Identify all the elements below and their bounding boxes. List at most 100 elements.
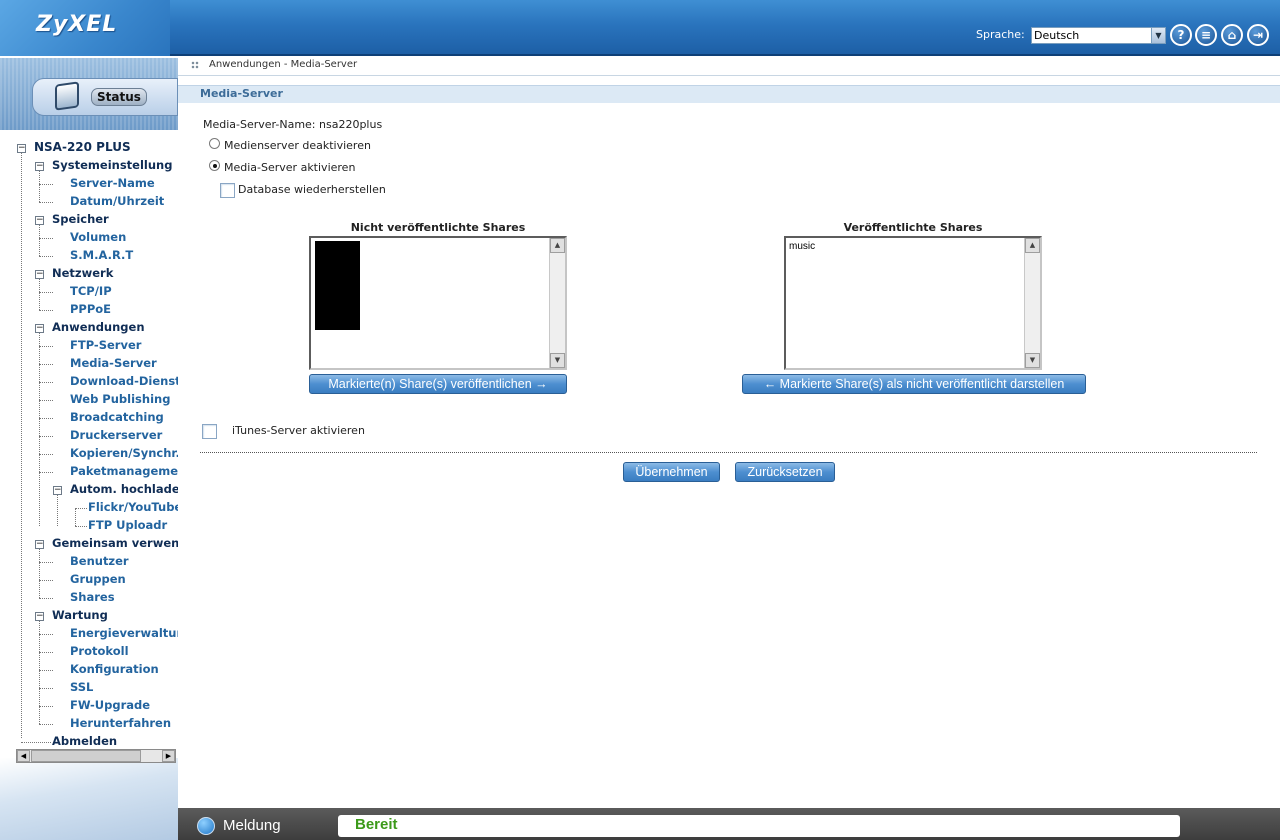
tree-line bbox=[39, 310, 53, 311]
tree-volumen[interactable]: Volumen bbox=[70, 230, 126, 244]
collapse-toggle[interactable]: − bbox=[17, 144, 26, 153]
tree-line bbox=[57, 490, 58, 526]
message-box: Bereit bbox=[338, 815, 1180, 837]
itunes-label: iTunes-Server aktivieren bbox=[232, 424, 365, 437]
home-icon[interactable]: ⌂ bbox=[1221, 24, 1243, 46]
published-shares-title: Veröffentlichte Shares bbox=[843, 221, 983, 234]
tree-shares[interactable]: Shares bbox=[70, 590, 115, 604]
tree-tcpip[interactable]: TCP/IP bbox=[70, 284, 112, 298]
tree-ftp-uploadr[interactable]: FTP Uploadr bbox=[88, 518, 167, 532]
header-bar: ZyXEL Sprache: Deutsch ▼ ? ≡ ⌂ ⇥ bbox=[0, 0, 1280, 56]
tree-ssl[interactable]: SSL bbox=[70, 680, 93, 694]
language-value: Deutsch bbox=[1034, 29, 1080, 42]
tree-line bbox=[39, 238, 53, 239]
collapse-toggle[interactable]: − bbox=[35, 162, 44, 171]
sidebar-horizontal-scrollbar[interactable]: ◀ ▶ bbox=[16, 749, 176, 763]
status-bar: Meldung Bereit bbox=[178, 808, 1280, 840]
restore-db-label: Database wiederherstellen bbox=[238, 183, 386, 196]
language-select[interactable]: Deutsch ▼ bbox=[1031, 27, 1166, 44]
tree-netzwerk[interactable]: Netzwerk bbox=[52, 266, 113, 280]
tree-smart[interactable]: S.M.A.R.T bbox=[70, 248, 133, 262]
tree-media-server[interactable]: Media-Server bbox=[70, 356, 157, 370]
tree-datum-uhrzeit[interactable]: Datum/Uhrzeit bbox=[70, 194, 164, 208]
tree-herunterfahren[interactable]: Herunterfahren bbox=[70, 716, 171, 730]
message-icon bbox=[197, 817, 215, 835]
collapse-toggle[interactable]: − bbox=[53, 486, 62, 495]
tree-anwendungen[interactable]: Anwendungen bbox=[52, 320, 145, 334]
tree-web-publishing[interactable]: Web Publishing bbox=[70, 392, 170, 406]
sidebar-footer-decoration bbox=[0, 758, 178, 840]
publish-button[interactable]: Markierte(n) Share(s) veröffentlichen → bbox=[309, 374, 567, 394]
list-scrollbar[interactable]: ▲ ▼ bbox=[549, 238, 565, 368]
restore-db-checkbox[interactable] bbox=[220, 183, 235, 198]
collapse-toggle[interactable]: − bbox=[35, 216, 44, 225]
collapse-toggle[interactable]: − bbox=[35, 324, 44, 333]
tree-line bbox=[39, 184, 53, 185]
unpublished-shares-list[interactable]: ▲ ▼ bbox=[309, 236, 567, 370]
tree-fw-upgrade[interactable]: FW-Upgrade bbox=[70, 698, 150, 712]
tree-paketmanagement[interactable]: Paketmanagement bbox=[70, 464, 178, 478]
chevron-down-icon[interactable]: ▼ bbox=[1151, 28, 1165, 43]
tree-kopieren-synchr[interactable]: Kopieren/Synchr.-T bbox=[70, 446, 178, 460]
tree-wartung[interactable]: Wartung bbox=[52, 608, 108, 622]
scroll-down-icon[interactable]: ▼ bbox=[550, 353, 565, 368]
tree-benutzer[interactable]: Benutzer bbox=[70, 554, 129, 568]
tree-energieverwaltung[interactable]: Energieverwaltung bbox=[70, 626, 178, 640]
collapse-toggle[interactable]: − bbox=[35, 270, 44, 279]
scroll-left-icon[interactable]: ◀ bbox=[17, 750, 30, 762]
notes-icon[interactable]: ≡ bbox=[1195, 24, 1217, 46]
status-tab[interactable]: Status bbox=[32, 78, 178, 116]
collapse-toggle[interactable]: − bbox=[35, 612, 44, 621]
list-item[interactable]: music bbox=[789, 241, 815, 252]
tree-server-name[interactable]: Server-Name bbox=[70, 176, 155, 190]
reset-button[interactable]: Zurücksetzen bbox=[735, 462, 835, 482]
tree-abmelden[interactable]: Abmelden bbox=[52, 734, 117, 748]
tree-line bbox=[39, 688, 53, 689]
tree-pppoe[interactable]: PPPoE bbox=[70, 302, 111, 316]
tree-line bbox=[39, 598, 53, 599]
page-title: Media-Server bbox=[200, 87, 283, 100]
tree-line bbox=[39, 400, 53, 401]
scroll-right-icon[interactable]: ▶ bbox=[162, 750, 175, 762]
scroll-up-icon[interactable]: ▲ bbox=[1025, 238, 1040, 253]
tree-systemeinstellung[interactable]: Systemeinstellung bbox=[52, 158, 172, 172]
list-scrollbar[interactable]: ▲ ▼ bbox=[1024, 238, 1040, 368]
sidebar: Status − NSA-220 PLUS − Systemeinstellun… bbox=[0, 58, 178, 840]
tree-broadcatching[interactable]: Broadcatching bbox=[70, 410, 164, 424]
tree-line bbox=[39, 580, 53, 581]
scroll-up-icon[interactable]: ▲ bbox=[550, 238, 565, 253]
tree-ftp-server[interactable]: FTP-Server bbox=[70, 338, 141, 352]
tree-download-dienst[interactable]: Download-Dienst bbox=[70, 374, 178, 388]
tree-gemeinsam-verwenden[interactable]: Gemeinsam verwenden bbox=[52, 536, 178, 550]
tree-flickr-youtube[interactable]: Flickr/YouTube bbox=[88, 500, 178, 514]
apply-button[interactable]: Übernehmen bbox=[623, 462, 720, 482]
tree-protokoll[interactable]: Protokoll bbox=[70, 644, 129, 658]
tree-line bbox=[21, 742, 51, 743]
tree-gruppen[interactable]: Gruppen bbox=[70, 572, 126, 586]
section-divider bbox=[200, 452, 1257, 453]
radio-disable[interactable] bbox=[209, 138, 220, 149]
zyxel-logo: ZyXEL bbox=[36, 12, 118, 37]
grid-icon bbox=[191, 61, 199, 69]
breadcrumb-bar: Anwendungen - Media-Server bbox=[178, 58, 1280, 76]
scroll-down-icon[interactable]: ▼ bbox=[1025, 353, 1040, 368]
published-shares-list[interactable]: music ▲ ▼ bbox=[784, 236, 1042, 370]
tree-line bbox=[39, 652, 53, 653]
logout-icon[interactable]: ⇥ bbox=[1247, 24, 1269, 46]
tree-line bbox=[39, 292, 53, 293]
section-header: Media-Server bbox=[178, 85, 1280, 103]
help-icon[interactable]: ? bbox=[1170, 24, 1192, 46]
itunes-checkbox[interactable] bbox=[202, 424, 217, 439]
tree-speicher[interactable]: Speicher bbox=[52, 212, 109, 226]
collapse-toggle[interactable]: − bbox=[35, 540, 44, 549]
tree-root[interactable]: NSA-220 PLUS bbox=[34, 140, 131, 154]
language-label: Sprache: bbox=[976, 28, 1025, 41]
scrollbar-thumb[interactable] bbox=[31, 750, 141, 762]
tree-line bbox=[75, 508, 87, 509]
unpublished-shares-title: Nicht veröffentlichte Shares bbox=[350, 221, 526, 234]
unpublish-button[interactable]: ← Markierte Share(s) als nicht veröffent… bbox=[742, 374, 1086, 394]
radio-enable[interactable] bbox=[209, 160, 220, 171]
tree-konfiguration[interactable]: Konfiguration bbox=[70, 662, 159, 676]
tree-autom-hochladen[interactable]: Autom. hochladen bbox=[70, 482, 178, 496]
tree-druckerserver[interactable]: Druckerserver bbox=[70, 428, 162, 442]
